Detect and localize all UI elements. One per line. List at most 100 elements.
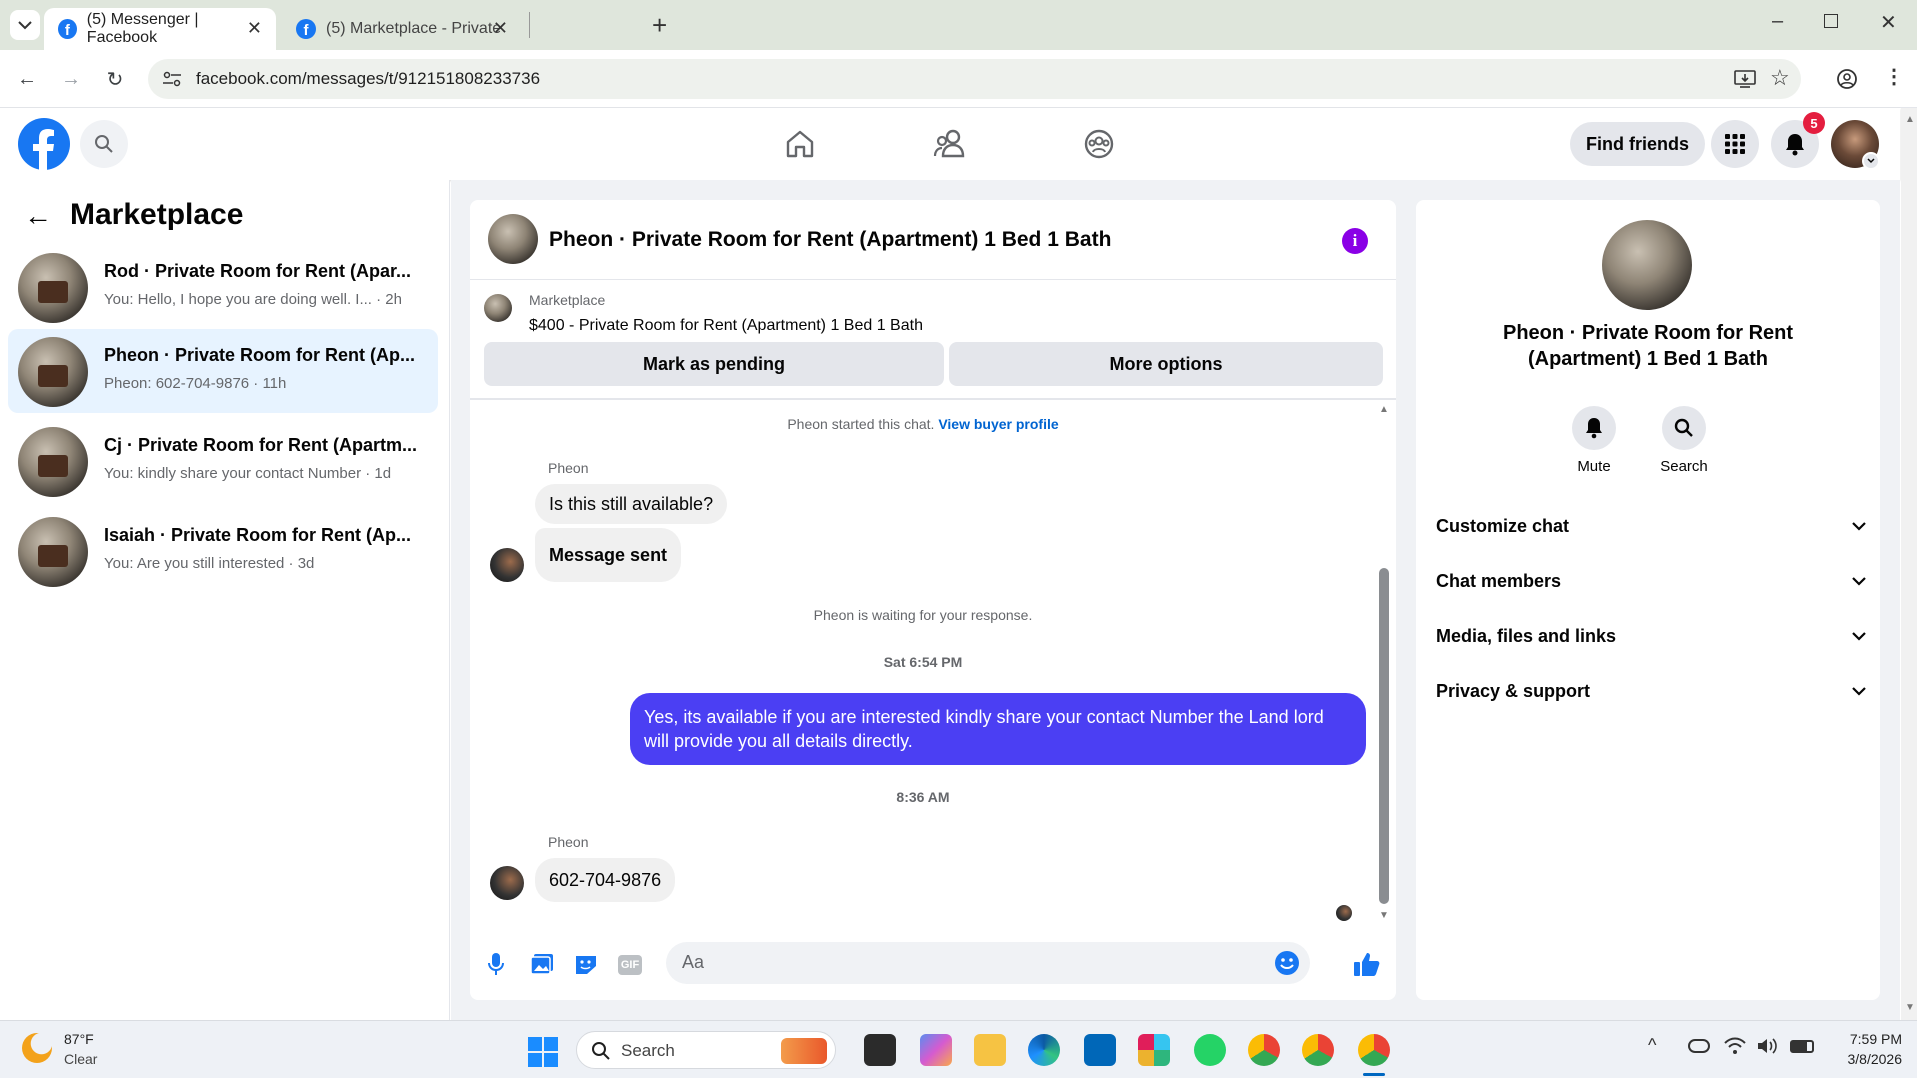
message-input[interactable]: Aa (666, 942, 1310, 984)
clock-time[interactable]: 7:59 PM (1834, 1031, 1902, 1047)
chat-scroll-up-icon[interactable]: ▲ (1379, 404, 1389, 415)
chrome-active-icon[interactable] (1358, 1034, 1390, 1066)
privacy-support-section[interactable]: Privacy & support (1436, 671, 1866, 711)
sticker-icon[interactable] (574, 953, 598, 975)
tab-divider (529, 12, 530, 38)
conversation-item-cj[interactable]: Cj · Private Room for Rent (Apartm... Yo… (8, 419, 438, 503)
wifi-icon[interactable] (1724, 1037, 1746, 1055)
windows-start-icon[interactable] (528, 1037, 558, 1067)
find-friends-button[interactable]: Find friends (1570, 122, 1705, 166)
bell-icon (1586, 418, 1602, 439)
info-name: Pheon · Private Room for Rent (Apartment… (1502, 322, 1794, 370)
incoming-message[interactable]: Is this still available? (535, 484, 728, 524)
chat-window: Pheon · Private Room for Rent (Apartment… (470, 200, 1396, 1000)
listing-thumbnail (18, 517, 88, 587)
groups-icon[interactable] (1083, 128, 1115, 160)
chrome-icon[interactable] (1248, 1034, 1280, 1066)
sender-avatar[interactable] (490, 866, 524, 900)
profile-icon[interactable] (1836, 68, 1858, 90)
close-window-icon[interactable]: ✕ (1880, 10, 1897, 35)
emoji-icon[interactable] (1274, 950, 1300, 976)
media-files-links-section[interactable]: Media, files and links (1436, 616, 1866, 656)
battery-icon[interactable] (1790, 1040, 1814, 1053)
minimize-icon[interactable]: – (1772, 10, 1783, 33)
search-in-conversation-button[interactable] (1662, 406, 1706, 450)
chat-scroll-down-icon[interactable]: ▼ (1379, 910, 1389, 921)
reload-icon[interactable]: ↻ (98, 62, 132, 96)
section-label: Chat members (1436, 570, 1562, 591)
forward-icon[interactable]: → (54, 62, 88, 96)
listing-thumbnail (18, 427, 88, 497)
slack-icon[interactable] (1138, 1034, 1170, 1066)
new-tab-icon[interactable]: + (652, 10, 667, 41)
menu-button[interactable] (1711, 120, 1759, 168)
page-scrollbar[interactable]: ▲ ▼ (1901, 108, 1917, 1020)
mark-as-pending-button[interactable]: Mark as pending (484, 342, 944, 386)
view-buyer-profile-link[interactable]: View buyer profile (938, 416, 1058, 432)
chat-avatar[interactable] (488, 214, 538, 264)
photo-icon[interactable] (530, 953, 554, 975)
conversation-item-isaiah[interactable]: Isaiah · Private Room for Rent (Ap... Yo… (8, 509, 438, 593)
mute-button[interactable] (1572, 406, 1616, 450)
outgoing-message[interactable]: Yes, its available if you are interested… (630, 693, 1366, 765)
conversation-preview: Pheon: 602-704-9876 · 11h (104, 375, 287, 392)
whatsapp-icon[interactable] (1194, 1034, 1226, 1066)
microphone-icon[interactable] (488, 952, 504, 976)
tab-messenger[interactable]: f (5) Messenger | Facebook ✕ (44, 8, 276, 50)
incoming-message[interactable]: 602-704-9876 (535, 858, 676, 902)
weather-desc[interactable]: Clear (64, 1051, 97, 1067)
conversation-preview: You: Hello, I hope you are doing well. I… (104, 291, 402, 308)
search-label: Search (1660, 458, 1708, 475)
back-icon[interactable]: ← (10, 62, 44, 96)
taskbar-search[interactable]: Search (576, 1031, 836, 1069)
edge-browser-icon[interactable] (1028, 1034, 1060, 1066)
scroll-down-icon[interactable]: ▼ (1905, 1002, 1915, 1013)
conversation-item-rod[interactable]: Rod · Private Room for Rent (Apar... You… (8, 245, 438, 329)
friends-icon[interactable] (933, 128, 967, 160)
weather-temp[interactable]: 87°F (64, 1031, 94, 1047)
sender-avatar[interactable] (490, 548, 524, 582)
conversation-item-pheon[interactable]: Pheon · Private Room for Rent (Ap... Phe… (8, 329, 438, 413)
chat-title[interactable]: Pheon · Private Room for Rent (Apartment… (549, 228, 1111, 252)
maximize-icon[interactable] (1824, 14, 1838, 28)
close-tab-icon[interactable]: ✕ (493, 18, 508, 39)
onedrive-icon[interactable] (1688, 1039, 1710, 1053)
listing-text[interactable]: $400 - Private Room for Rent (Apartment)… (529, 317, 923, 335)
clock-date[interactable]: 3/8/2026 (1834, 1051, 1903, 1067)
close-tab-icon[interactable]: ✕ (247, 18, 262, 39)
tab-search-button[interactable] (10, 10, 40, 40)
gif-icon[interactable]: GIF (618, 955, 642, 975)
account-menu-chevron-icon[interactable] (1862, 152, 1880, 170)
show-hidden-icons-chevron-icon[interactable]: ^ (1648, 1035, 1656, 1056)
scroll-up-icon[interactable]: ▲ (1905, 114, 1915, 125)
more-options-button[interactable]: More options (949, 342, 1383, 386)
chat-members-section[interactable]: Chat members (1436, 561, 1866, 601)
back-arrow-icon[interactable]: ← (24, 200, 52, 232)
apps-grid-icon (1725, 134, 1745, 154)
home-icon[interactable] (784, 128, 816, 160)
info-avatar[interactable] (1602, 220, 1692, 310)
conversation-info-icon[interactable]: i (1342, 228, 1368, 254)
browser-menu-icon[interactable]: ⋮ (1884, 64, 1904, 89)
facebook-logo-icon[interactable] (18, 118, 70, 170)
customize-chat-section[interactable]: Customize chat (1436, 506, 1866, 546)
thumbs-up-icon[interactable] (1353, 951, 1381, 977)
install-app-icon[interactable] (1734, 69, 1756, 89)
site-info-icon[interactable] (162, 71, 182, 87)
weather-moon-icon[interactable] (22, 1033, 52, 1063)
chrome-profile-icon[interactable] (1302, 1034, 1334, 1066)
tab-marketplace[interactable]: f (5) Marketplace - Private Room ✕ (282, 8, 522, 50)
volume-icon[interactable] (1756, 1037, 1778, 1055)
chat-scrollbar-thumb[interactable] (1379, 568, 1389, 904)
search-button[interactable] (80, 120, 128, 168)
bookmark-star-icon[interactable]: ☆ (1770, 65, 1790, 91)
m365-copilot-icon[interactable] (920, 1034, 952, 1066)
listing-small-thumbnail (484, 294, 512, 322)
mute-label: Mute (1577, 458, 1611, 475)
chevron-down-icon (1852, 521, 1866, 531)
task-view-icon[interactable] (864, 1034, 896, 1066)
file-explorer-icon[interactable] (974, 1034, 1006, 1066)
address-bar[interactable]: facebook.com/messages/t/912151808233736 … (148, 59, 1801, 99)
incoming-message[interactable]: Message sent (535, 528, 682, 582)
microsoft-store-icon[interactable] (1084, 1034, 1116, 1066)
